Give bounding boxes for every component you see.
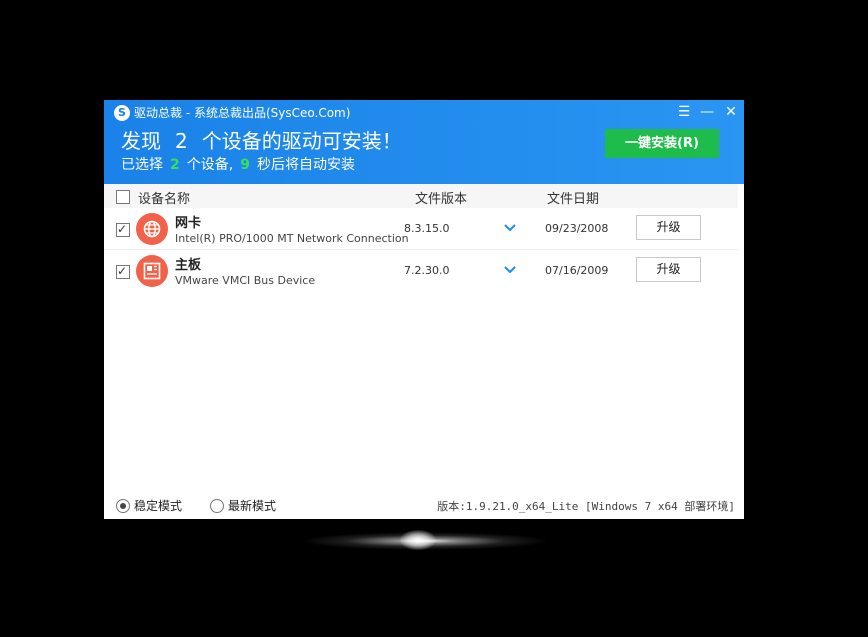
column-name: 设备名称 (138, 188, 190, 207)
selected-count: 2 (170, 157, 180, 173)
close-icon[interactable]: ✕ (720, 102, 742, 122)
latest-mode-label[interactable]: 最新模式 (228, 497, 276, 514)
device-name: 网卡 (175, 212, 201, 231)
column-version: 文件版本 (415, 188, 467, 207)
device-version: 8.3.15.0 (404, 222, 449, 235)
network-globe-icon (136, 213, 168, 245)
countdown-seconds: 9 (240, 157, 250, 173)
headline-suffix: 个设备的驱动可安装！ (202, 129, 402, 153)
upgrade-button[interactable]: 升级 (636, 257, 701, 282)
select-all-checkbox[interactable] (116, 190, 130, 204)
stable-mode-label[interactable]: 稳定模式 (134, 497, 182, 514)
device-date: 09/23/2008 (545, 222, 608, 235)
sub-prefix: 已选择 (121, 157, 163, 173)
chevron-down-icon[interactable] (502, 262, 518, 278)
driver-window: S 驱动总裁 - 系统总裁出品(SysCeo.Com) ☰ — ✕ 发现 2 个设备… (104, 100, 744, 519)
header-banner: S 驱动总裁 - 系统总裁出品(SysCeo.Com) ☰ — ✕ 发现 2 个设备… (104, 100, 744, 184)
window-title: 驱动总裁 - 系统总裁出品(SysCeo.Com) (134, 105, 350, 121)
device-version: 7.2.30.0 (404, 264, 449, 277)
sub-suffix: 秒后将自动安装 (257, 157, 355, 173)
upgrade-button[interactable]: 升级 (636, 215, 701, 240)
chevron-down-icon[interactable] (502, 220, 518, 236)
device-checkbox[interactable] (116, 265, 130, 279)
minimize-icon[interactable]: — (696, 102, 718, 122)
menu-icon[interactable]: ☰ (673, 102, 695, 122)
app-logo-icon: S (114, 105, 130, 121)
device-description: Intel(R) PRO/1000 MT Network Connection (175, 232, 409, 245)
device-checkbox[interactable] (116, 223, 130, 237)
headline-count: 2 (175, 129, 188, 153)
sub-mid: 个设备, (187, 157, 233, 173)
stable-mode-radio[interactable] (116, 499, 130, 513)
countdown-line: 已选择 2 个设备, 9 秒后将自动安装 (121, 155, 355, 175)
device-date: 07/16/2009 (545, 264, 608, 277)
device-row: 主板 VMware VMCI Bus Device 7.2.30.0 07/16… (104, 251, 738, 291)
column-header: 设备名称 文件版本 文件日期 (104, 184, 738, 208)
motherboard-icon (136, 255, 168, 287)
device-description: VMware VMCI Bus Device (175, 274, 315, 287)
light-glow-core (400, 530, 436, 550)
device-name: 主板 (175, 254, 201, 273)
device-row: 网卡 Intel(R) PRO/1000 MT Network Connecti… (104, 209, 738, 250)
one-key-install-button[interactable]: 一键安装(R) (605, 129, 719, 158)
latest-mode-radio[interactable] (210, 499, 224, 513)
headline-prefix: 发现 (121, 129, 161, 153)
column-date: 文件日期 (547, 188, 599, 207)
headline: 发现 2 个设备的驱动可安装！ (121, 128, 402, 154)
version-info: 版本:1.9.21.0_x64_Lite [Windows 7 x64 部署环境… (437, 498, 735, 514)
